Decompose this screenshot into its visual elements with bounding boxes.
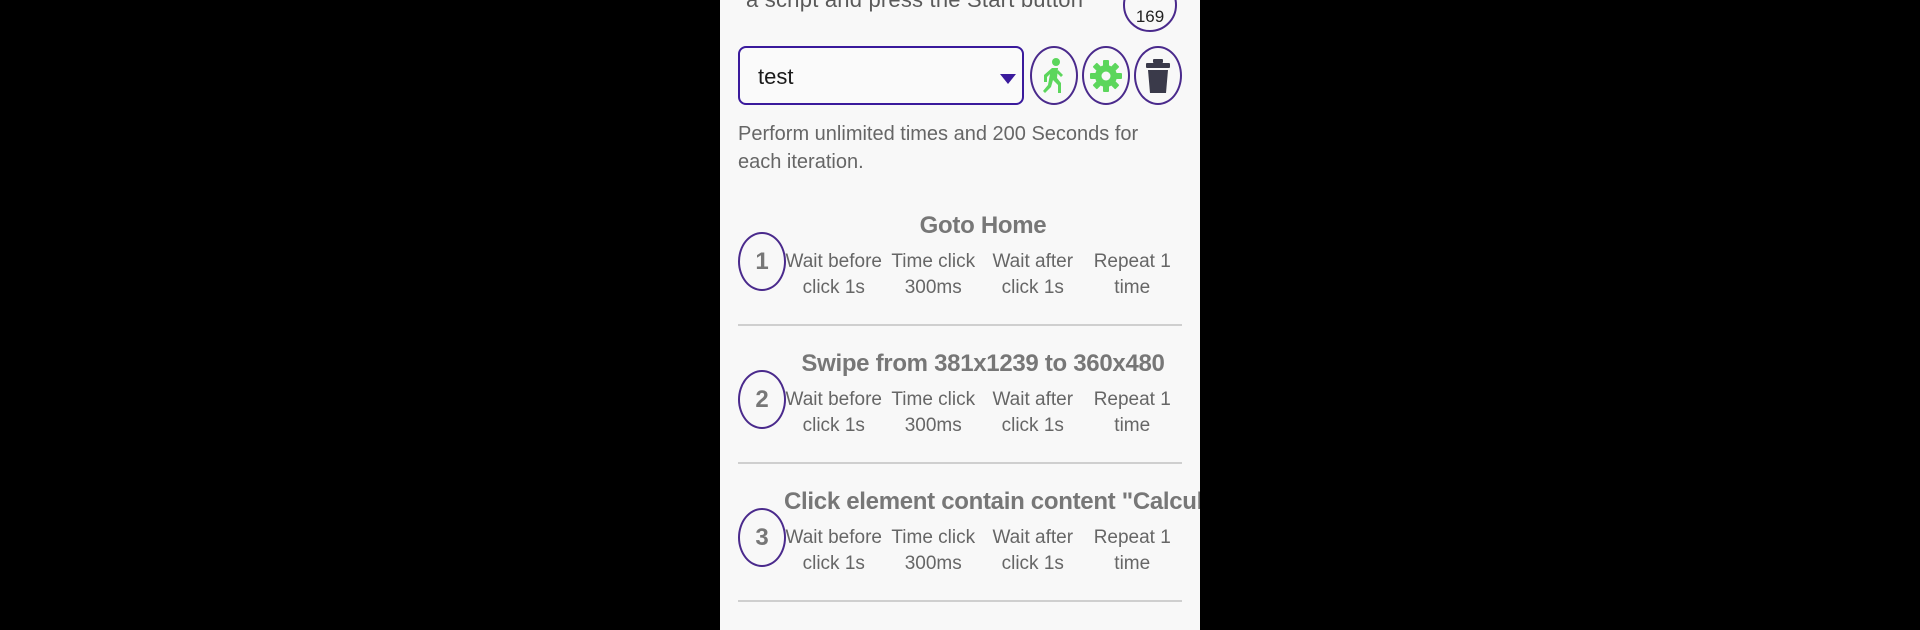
wait-after-label: Wait after click 1s: [992, 527, 1074, 574]
step-item[interactable]: 2 Swipe from 381x1239 to 360x480 Wait be…: [738, 350, 1182, 488]
wait-after-label: Wait after click 1s: [992, 389, 1074, 436]
app-screen: a script and press the Start button 169 …: [720, 0, 1200, 630]
repeat-label: Repeat 1 time: [1093, 251, 1171, 298]
wait-before-label: Wait before click 1s: [785, 389, 882, 436]
divider: [738, 462, 1182, 464]
step-item[interactable]: 3 Click element contain content "Calcula…: [738, 488, 1200, 626]
step-params: Wait before click 1s Time click 300ms Wa…: [784, 525, 1182, 577]
time-click-label: Time click 300ms: [891, 251, 976, 298]
wait-before-label: Wait before click 1s: [785, 251, 882, 298]
counter-value: 169: [1135, 7, 1165, 26]
divider: [738, 600, 1182, 602]
trash-icon: [1146, 58, 1170, 93]
repeat-label: Repeat 1 time: [1093, 389, 1171, 436]
delete-button[interactable]: [1134, 46, 1182, 105]
divider: [738, 324, 1182, 326]
time-click-label: Time click 300ms: [891, 527, 976, 574]
step-title: Goto Home: [919, 212, 1047, 239]
step-number: 3: [738, 508, 786, 567]
step-params: Wait before click 1s Time click 300ms Wa…: [784, 387, 1182, 439]
step-number: 2: [738, 370, 786, 429]
step-number: 1: [738, 232, 786, 291]
time-click-label: Time click 300ms: [891, 389, 976, 436]
step-params: Wait before click 1s Time click 300ms Wa…: [784, 249, 1182, 301]
counter-badge[interactable]: 169: [1123, 0, 1177, 32]
wait-before-label: Wait before click 1s: [785, 527, 882, 574]
settings-button[interactable]: [1082, 46, 1130, 105]
step-title: Swipe from 381x1239 to 360x480: [801, 350, 1165, 377]
repeat-label: Repeat 1 time: [1093, 527, 1171, 574]
start-button[interactable]: [1030, 46, 1078, 105]
script-dropdown-value: test: [758, 64, 794, 89]
running-person-icon: [1043, 57, 1063, 93]
run-summary: Perform unlimited times and 200 Seconds …: [738, 123, 1139, 173]
step-title: Click element contain content "Calculato…: [784, 488, 1200, 515]
step-item[interactable]: 1 Goto Home Wait before click 1s Time cl…: [738, 212, 1182, 350]
instruction-text: a script and press the Start button: [746, 0, 1083, 13]
chevron-down-icon: [1000, 74, 1016, 84]
wait-after-label: Wait after click 1s: [992, 251, 1074, 298]
script-dropdown[interactable]: test: [738, 46, 1024, 105]
gear-icon: [1090, 59, 1122, 92]
